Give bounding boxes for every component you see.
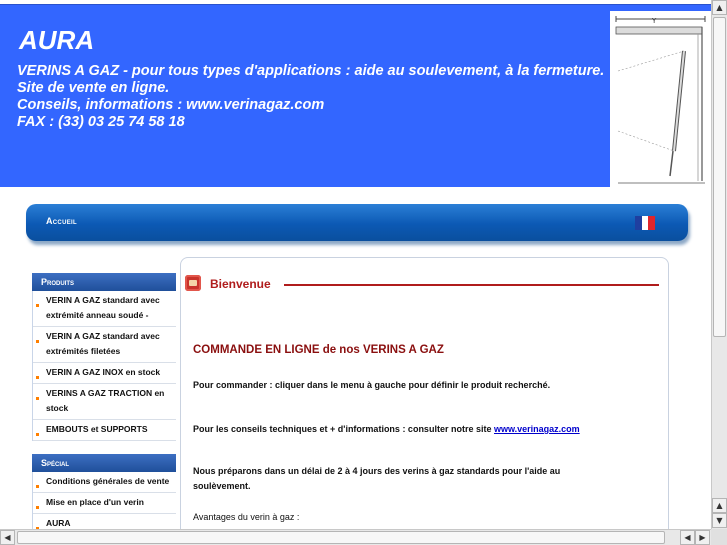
diagram-drawing: Y bbox=[615, 16, 706, 184]
nav-bar: Accueil bbox=[26, 204, 688, 241]
tagline-line: FAX : (33) 03 25 74 58 18 bbox=[17, 114, 185, 130]
scroll-up-icon[interactable]: ▲ bbox=[712, 498, 727, 513]
sidebar: Produits VERIN A GAZ standard avec extré… bbox=[32, 273, 176, 529]
sidebar-heading-products: Produits bbox=[32, 273, 176, 291]
site-title: AURA bbox=[19, 25, 95, 55]
diagram-label: Y bbox=[651, 17, 657, 25]
sidebar-heading-special: Spécial bbox=[32, 454, 176, 472]
bullet-icon bbox=[36, 304, 39, 307]
sidebar-item[interactable]: VERIN A GAZ standard avec extrémités fil… bbox=[33, 327, 176, 363]
title-divider bbox=[284, 284, 659, 286]
tagline: VERINS A GAZ - pour tous types d'applica… bbox=[17, 63, 617, 131]
french-flag-icon[interactable] bbox=[635, 216, 656, 230]
sidebar-item[interactable]: VERIN A GAZ INOX en stock bbox=[33, 363, 176, 384]
sidebar-item-label: Conditions générales de vente bbox=[46, 476, 170, 486]
horizontal-scrollbar[interactable]: ◀ ◀ ▶ bbox=[0, 529, 711, 545]
sidebar-item-label: VERIN A GAZ standard avec extrémité anne… bbox=[46, 295, 160, 320]
bullet-icon bbox=[36, 433, 39, 436]
delay-paragraph: Nous préparons dans un délai de 2 à 4 jo… bbox=[193, 466, 561, 491]
vertical-scrollbar[interactable]: ▲ ▲ ▼ bbox=[711, 0, 727, 529]
scroll-left-icon[interactable]: ◀ bbox=[0, 530, 15, 545]
scroll-up-icon[interactable]: ▲ bbox=[712, 0, 727, 15]
advice-text: Pour les conseils techniques et + d'info… bbox=[193, 424, 492, 434]
tagline-line: Conseils, informations : www.verinagaz.c… bbox=[17, 97, 325, 113]
scroll-right-icon[interactable]: ▶ bbox=[695, 530, 710, 545]
main-content: Bienvenue COMMANDE EN LIGNE de nos VERIN… bbox=[180, 257, 669, 529]
bullet-icon bbox=[36, 506, 39, 509]
bullet-icon bbox=[36, 376, 39, 379]
order-heading: COMMANDE EN LIGNE de nos VERINS A GAZ bbox=[193, 344, 444, 356]
scrollbar-corner bbox=[711, 529, 727, 545]
sidebar-item[interactable]: VERIN A GAZ standard avec extrémité anne… bbox=[33, 291, 176, 327]
advice-paragraph: Pour les conseils techniques et + d'info… bbox=[193, 422, 663, 437]
sidebar-item-label: VERIN A GAZ standard avec extrémités fil… bbox=[46, 331, 160, 356]
sidebar-item-label: VERINS A GAZ TRACTION en stock bbox=[46, 388, 165, 413]
scroll-down-icon[interactable]: ▼ bbox=[712, 513, 727, 528]
advantages-text: Avantages du verin à gaz : bbox=[193, 512, 300, 522]
sidebar-item[interactable]: Mise en place d'un verin bbox=[33, 493, 176, 514]
gas-spring-diagram: Y bbox=[610, 11, 711, 187]
order-instructions: Pour commander : cliquer dans le menu à … bbox=[193, 380, 551, 390]
sidebar-item-label: Mise en place d'un verin bbox=[46, 497, 144, 507]
tagline-line: VERINS A GAZ - pour tous types d'applica… bbox=[17, 63, 605, 79]
bullet-icon bbox=[36, 397, 39, 400]
sidebar-item-label: VERIN A GAZ INOX en stock bbox=[46, 367, 161, 377]
sidebar-item-label: EMBOUTS et SUPPORTS bbox=[46, 424, 148, 434]
sidebar-item-label: AURA bbox=[46, 518, 71, 528]
special-menu: Conditions générales de vente Mise en pl… bbox=[32, 472, 176, 529]
tagline-line: Site de vente en ligne. bbox=[17, 80, 170, 96]
sidebar-item[interactable]: AURA bbox=[33, 514, 176, 529]
sidebar-item[interactable]: EMBOUTS et SUPPORTS bbox=[33, 420, 176, 441]
horizontal-scroll-thumb[interactable] bbox=[17, 531, 665, 544]
page: AURA VERINS A GAZ - pour tous types d'ap… bbox=[0, 0, 711, 529]
sidebar-item[interactable]: VERINS A GAZ TRACTION en stock bbox=[33, 384, 176, 420]
scroll-left-icon[interactable]: ◀ bbox=[680, 530, 695, 545]
website-link[interactable]: www.verinagaz.com bbox=[494, 424, 580, 434]
header-banner: AURA VERINS A GAZ - pour tous types d'ap… bbox=[0, 4, 711, 187]
sidebar-item[interactable]: Conditions générales de vente bbox=[33, 472, 176, 493]
vertical-scroll-thumb[interactable] bbox=[713, 17, 726, 337]
welcome-title: Bienvenue bbox=[210, 277, 271, 291]
products-menu: VERIN A GAZ standard avec extrémité anne… bbox=[32, 291, 176, 441]
welcome-icon bbox=[185, 275, 201, 291]
nav-link-home[interactable]: Accueil bbox=[46, 216, 77, 226]
bullet-icon bbox=[36, 340, 39, 343]
bullet-icon bbox=[36, 485, 39, 488]
